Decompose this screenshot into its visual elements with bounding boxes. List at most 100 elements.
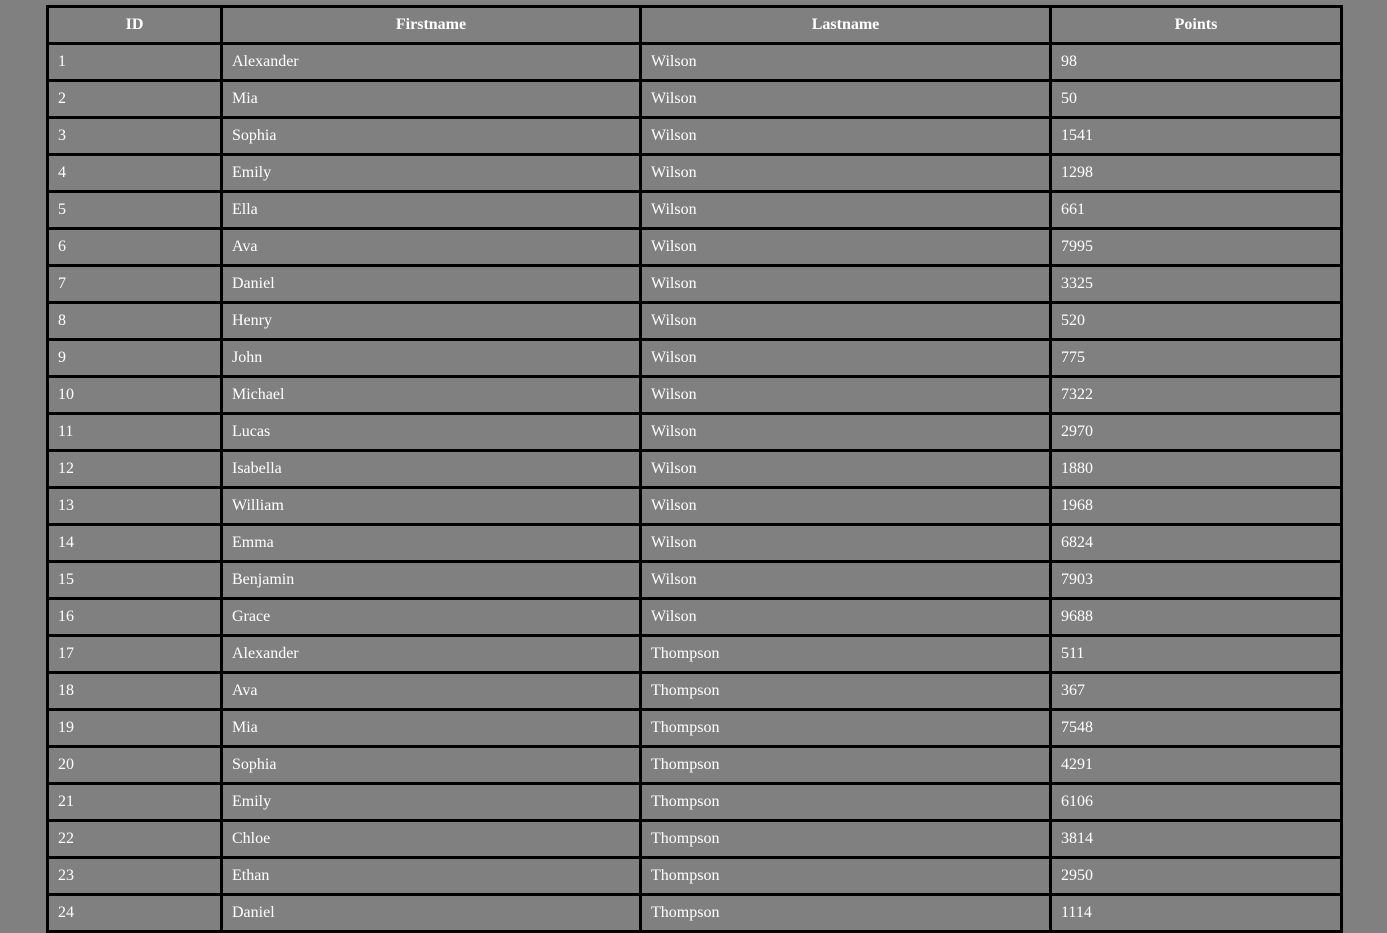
- table-container: ID Firstname Lastname Points 1 Alexander W…: [46, 5, 1343, 933]
- cell-lastname: Wilson: [639, 412, 1052, 452]
- table-row: 8 Henry Wilson 520: [46, 301, 1343, 341]
- cell-firstname: Emily: [220, 153, 642, 193]
- cell-lastname: Thompson: [639, 856, 1052, 896]
- cell-points: 661: [1049, 190, 1343, 230]
- cell-firstname: Emily: [220, 782, 642, 822]
- cell-points: 1880: [1049, 449, 1343, 489]
- table-row: 5 Ella Wilson 661: [46, 190, 1343, 230]
- table-row: 22 Chloe Thompson 3814: [46, 819, 1343, 859]
- column-header-id: ID: [46, 5, 223, 45]
- cell-id: 19: [46, 708, 223, 748]
- table-body: 1 Alexander Wilson 98 2 Mia Wilson 50 3 Sophia Wil…: [46, 42, 1343, 933]
- cell-points: 7995: [1049, 227, 1343, 267]
- cell-firstname: Sophia: [220, 116, 642, 156]
- table-row: 4 Emily Wilson 1298: [46, 153, 1343, 193]
- cell-id: 24: [46, 893, 223, 933]
- cell-firstname: Chloe: [220, 819, 642, 859]
- cell-points: 1968: [1049, 486, 1343, 526]
- table-row: 2 Mia Wilson 50: [46, 79, 1343, 119]
- cell-id: 6: [46, 227, 223, 267]
- table-row: 9 John Wilson 775: [46, 338, 1343, 378]
- cell-id: 7: [46, 264, 223, 304]
- cell-lastname: Wilson: [639, 153, 1052, 193]
- table-row: 3 Sophia Wilson 1541: [46, 116, 1343, 156]
- cell-points: 1541: [1049, 116, 1343, 156]
- cell-points: 7322: [1049, 375, 1343, 415]
- cell-id: 5: [46, 190, 223, 230]
- cell-lastname: Wilson: [639, 227, 1052, 267]
- cell-firstname: Isabella: [220, 449, 642, 489]
- cell-firstname: Daniel: [220, 264, 642, 304]
- cell-points: 6106: [1049, 782, 1343, 822]
- cell-points: 2950: [1049, 856, 1343, 896]
- cell-points: 50: [1049, 79, 1343, 119]
- table-row: 12 Isabella Wilson 1880: [46, 449, 1343, 489]
- cell-lastname: Wilson: [639, 449, 1052, 489]
- cell-lastname: Wilson: [639, 116, 1052, 156]
- cell-points: 2970: [1049, 412, 1343, 452]
- cell-firstname: Michael: [220, 375, 642, 415]
- cell-lastname: Thompson: [639, 708, 1052, 748]
- cell-firstname: Henry: [220, 301, 642, 341]
- table-header: ID Firstname Lastname Points: [46, 5, 1343, 45]
- data-table: ID Firstname Lastname Points 1 Alexander W…: [46, 5, 1343, 933]
- column-header-firstname: Firstname: [220, 5, 642, 45]
- cell-points: 6824: [1049, 523, 1343, 563]
- cell-lastname: Wilson: [639, 301, 1052, 341]
- cell-points: 7548: [1049, 708, 1343, 748]
- cell-points: 367: [1049, 671, 1343, 711]
- table-row: 6 Ava Wilson 7995: [46, 227, 1343, 267]
- cell-lastname: Wilson: [639, 79, 1052, 119]
- cell-id: 21: [46, 782, 223, 822]
- cell-lastname: Wilson: [639, 486, 1052, 526]
- cell-lastname: Wilson: [639, 338, 1052, 378]
- cell-points: 3814: [1049, 819, 1343, 859]
- cell-lastname: Thompson: [639, 782, 1052, 822]
- cell-lastname: Wilson: [639, 523, 1052, 563]
- cell-lastname: Wilson: [639, 597, 1052, 637]
- cell-points: 1114: [1049, 893, 1343, 933]
- cell-firstname: Mia: [220, 79, 642, 119]
- header-row: ID Firstname Lastname Points: [46, 5, 1343, 45]
- cell-points: 775: [1049, 338, 1343, 378]
- cell-firstname: Ethan: [220, 856, 642, 896]
- table-row: 19 Mia Thompson 7548: [46, 708, 1343, 748]
- cell-lastname: Wilson: [639, 560, 1052, 600]
- cell-points: 520: [1049, 301, 1343, 341]
- table-row: 15 Benjamin Wilson 7903: [46, 560, 1343, 600]
- cell-points: 511: [1049, 634, 1343, 674]
- cell-points: 98: [1049, 42, 1343, 82]
- table-row: 10 Michael Wilson 7322: [46, 375, 1343, 415]
- cell-id: 8: [46, 301, 223, 341]
- cell-points: 4291: [1049, 745, 1343, 785]
- cell-firstname: Lucas: [220, 412, 642, 452]
- table-row: 21 Emily Thompson 6106: [46, 782, 1343, 822]
- cell-firstname: William: [220, 486, 642, 526]
- cell-id: 16: [46, 597, 223, 637]
- cell-firstname: Grace: [220, 597, 642, 637]
- cell-points: 3325: [1049, 264, 1343, 304]
- cell-lastname: Wilson: [639, 264, 1052, 304]
- cell-firstname: John: [220, 338, 642, 378]
- cell-id: 17: [46, 634, 223, 674]
- column-header-points: Points: [1049, 5, 1343, 45]
- cell-firstname: Ava: [220, 671, 642, 711]
- cell-id: 9: [46, 338, 223, 378]
- cell-firstname: Ava: [220, 227, 642, 267]
- cell-id: 23: [46, 856, 223, 896]
- table-row: 18 Ava Thompson 367: [46, 671, 1343, 711]
- cell-lastname: Wilson: [639, 375, 1052, 415]
- table-row: 16 Grace Wilson 9688: [46, 597, 1343, 637]
- cell-firstname: Alexander: [220, 42, 642, 82]
- cell-id: 22: [46, 819, 223, 859]
- cell-id: 13: [46, 486, 223, 526]
- cell-firstname: Benjamin: [220, 560, 642, 600]
- cell-lastname: Wilson: [639, 190, 1052, 230]
- cell-lastname: Thompson: [639, 671, 1052, 711]
- cell-points: 9688: [1049, 597, 1343, 637]
- cell-firstname: Ella: [220, 190, 642, 230]
- cell-id: 2: [46, 79, 223, 119]
- table-row: 14 Emma Wilson 6824: [46, 523, 1343, 563]
- cell-id: 18: [46, 671, 223, 711]
- cell-firstname: Sophia: [220, 745, 642, 785]
